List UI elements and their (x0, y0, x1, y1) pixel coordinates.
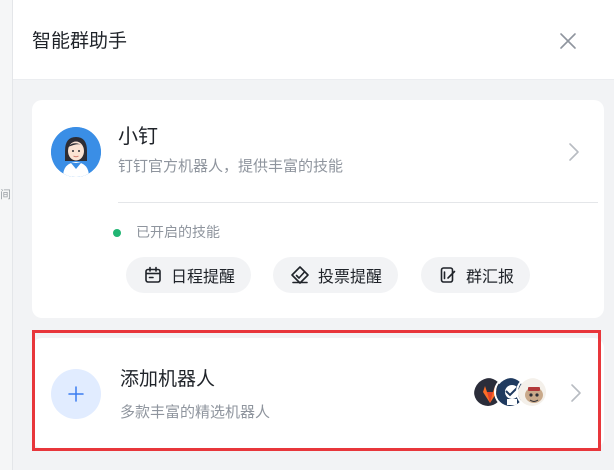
skill-label: 日程提醒 (171, 267, 236, 286)
skill-group-report[interactable]: 群汇报 (421, 257, 531, 293)
bot-name: 小钉 (118, 124, 158, 148)
vote-icon (289, 264, 311, 286)
travis-robot-avatar (516, 376, 548, 408)
panel-header: 智能群助手 (13, 0, 614, 80)
panel-title: 智能群助手 (32, 30, 128, 52)
background-window-edge: 间出 (0, 0, 12, 470)
close-button[interactable] (555, 28, 581, 54)
skill-vote-reminder[interactable]: 投票提醒 (273, 257, 399, 293)
plus-icon (68, 386, 84, 402)
skill-label: 投票提醒 (318, 267, 383, 286)
background-window-text: 间出 (0, 188, 10, 201)
divider (118, 202, 598, 203)
smart-group-assistant-panel: 智能群助手 小钉 钉钉官方机器人，提供丰富的技能 已开启的技能 日程提醒 投票提… (12, 0, 614, 470)
calendar-icon (142, 264, 164, 286)
skill-label: 群汇报 (466, 267, 515, 286)
enabled-skills-label: 已开启的技能 (136, 225, 220, 241)
bot-description: 钉钉官方机器人，提供丰富的技能 (118, 157, 344, 175)
status-dot (113, 229, 121, 237)
chevron-right-icon[interactable] (568, 142, 580, 162)
close-icon (560, 33, 576, 49)
add-robot-description: 多款丰富的精选机器人 (120, 403, 271, 421)
robot-avatar-stack (472, 376, 548, 410)
skill-schedule-reminder[interactable]: 日程提醒 (126, 257, 252, 293)
report-icon (437, 264, 459, 286)
chevron-right-icon[interactable] (570, 383, 582, 403)
bot-avatar (51, 127, 101, 177)
add-robot-button[interactable] (51, 369, 101, 419)
add-robot-title: 添加机器人 (120, 368, 216, 390)
add-robot-card[interactable]: 添加机器人 多款丰富的精选机器人 (32, 338, 604, 448)
bot-card-xiaoding[interactable]: 小钉 钉钉官方机器人，提供丰富的技能 已开启的技能 日程提醒 投票提醒 群汇报 (32, 100, 604, 318)
